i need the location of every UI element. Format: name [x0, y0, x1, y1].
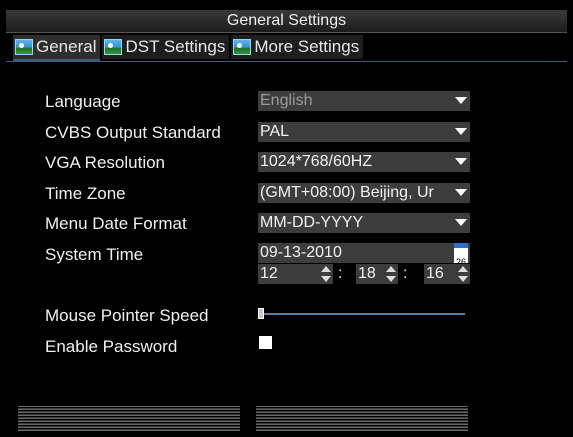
timezone-value: (GMT+08:00) Beijing, Ur	[260, 184, 434, 201]
chevron-down-icon	[455, 189, 467, 196]
password-label: Enable Password	[45, 337, 178, 356]
video-noise-artifact	[18, 406, 240, 432]
minute-spinner[interactable]: 18	[356, 264, 398, 284]
hour-value: 12	[260, 265, 278, 282]
tab-general[interactable]: General	[13, 35, 101, 61]
date-format-select[interactable]: MM-DD-YYYY	[258, 213, 470, 233]
cvbs-label: CVBS Output Standard	[45, 123, 221, 142]
chevron-down-icon	[455, 158, 467, 165]
vga-label: VGA Resolution	[45, 153, 166, 172]
tab-label: General	[36, 37, 97, 56]
spin-arrows-icon[interactable]	[386, 266, 396, 282]
minute-value: 18	[358, 265, 376, 282]
cvbs-select[interactable]: PAL	[258, 122, 470, 142]
vga-value: 1024*768/60HZ	[260, 153, 373, 170]
spin-arrows-icon[interactable]	[321, 266, 331, 282]
time-separator: :	[338, 265, 343, 282]
slider-handle[interactable]	[258, 308, 264, 319]
second-spinner[interactable]: 16	[424, 264, 470, 284]
language-value: English	[260, 92, 313, 109]
time-separator: :	[403, 265, 408, 282]
tab-label: DST Settings	[125, 37, 226, 56]
chevron-down-icon	[455, 97, 467, 104]
language-select[interactable]: English	[258, 91, 470, 111]
vga-resolution-select[interactable]: 1024*768/60HZ	[258, 152, 470, 172]
system-date-input[interactable]: 09-13-2010 26	[258, 243, 470, 263]
landscape-icon	[233, 39, 252, 55]
date-format-label: Menu Date Format	[45, 214, 187, 233]
window-title: General Settings	[6, 10, 567, 33]
video-noise-artifact	[256, 406, 468, 432]
landscape-icon	[15, 39, 33, 55]
mouse-speed-slider[interactable]	[262, 313, 465, 315]
second-value: 16	[426, 265, 444, 282]
date-format-value: MM-DD-YYYY	[260, 214, 364, 231]
spin-arrows-icon[interactable]	[458, 266, 468, 282]
hour-spinner[interactable]: 12	[258, 264, 333, 284]
timezone-label: Time Zone	[45, 184, 126, 203]
enable-password-checkbox[interactable]	[259, 336, 272, 349]
tab-divider	[6, 61, 567, 62]
tab-bar: General DST Settings More Settings	[13, 35, 365, 61]
timezone-select[interactable]: (GMT+08:00) Beijing, Ur	[258, 183, 470, 203]
chevron-down-icon	[455, 128, 467, 135]
system-time-label: System Time	[45, 245, 144, 264]
settings-window: General Settings General DST Settings Mo…	[0, 0, 573, 437]
tab-more-settings[interactable]: More Settings	[231, 35, 364, 59]
chevron-down-icon	[455, 219, 467, 226]
landscape-icon	[104, 39, 123, 55]
tab-dst-settings[interactable]: DST Settings	[102, 35, 230, 59]
system-date-value: 09-13-2010	[260, 244, 342, 261]
mouse-speed-label: Mouse Pointer Speed	[45, 306, 209, 325]
cvbs-value: PAL	[260, 123, 290, 140]
tab-label: More Settings	[254, 37, 360, 56]
calendar-icon[interactable]: 26	[454, 243, 468, 263]
language-label: Language	[45, 92, 121, 111]
